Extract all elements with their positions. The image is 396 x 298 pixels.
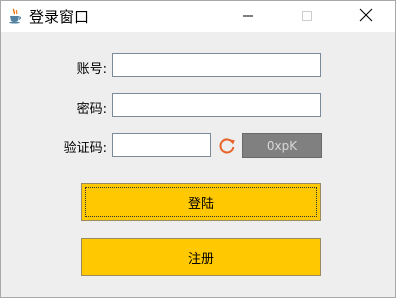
refresh-icon[interactable]: [217, 136, 237, 156]
java-coffee-cup-icon: [7, 8, 23, 24]
close-icon: [359, 7, 373, 26]
captcha-label: 验证码:: [63, 141, 107, 156]
captcha-input[interactable]: [112, 133, 211, 157]
password-input[interactable]: [112, 93, 321, 117]
register-button[interactable]: 注册: [81, 238, 321, 276]
register-button-label: 注册: [187, 251, 214, 267]
minimize-icon: [242, 7, 254, 26]
account-label: 账号:: [76, 62, 107, 77]
account-input[interactable]: [112, 53, 321, 77]
login-button-label: 登陆: [187, 196, 214, 212]
login-window: 登录窗口 账号: 密码: 验证码: 0xpK 登陆 注册: [0, 0, 396, 298]
password-label: 密码:: [76, 102, 107, 117]
title-bar[interactable]: 登录窗口: [1, 1, 395, 32]
login-form: 账号: 密码: 验证码: 0xpK 登陆 注册: [1, 32, 395, 297]
window-title: 登录窗口: [29, 8, 90, 26]
maximize-button[interactable]: [284, 1, 330, 32]
captcha-image[interactable]: 0xpK: [242, 133, 322, 158]
login-button[interactable]: 登陆: [81, 183, 321, 221]
maximize-icon: [301, 7, 313, 26]
minimize-button[interactable]: [225, 1, 271, 32]
captcha-text: 0xpK: [266, 138, 298, 153]
close-button[interactable]: [343, 1, 389, 32]
